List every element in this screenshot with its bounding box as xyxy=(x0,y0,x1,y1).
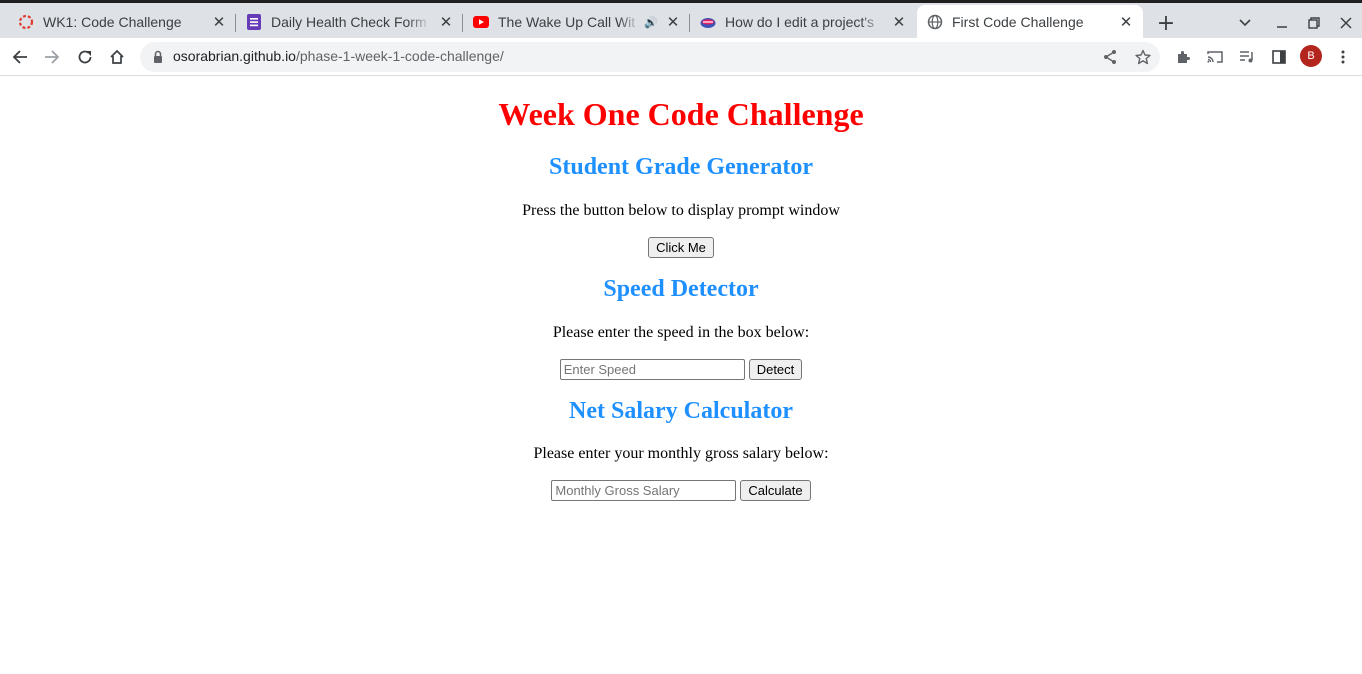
media-control-icon[interactable] xyxy=(1235,45,1259,69)
canvas-icon xyxy=(18,14,34,30)
close-tab-icon[interactable]: ✕ xyxy=(890,13,908,31)
tab-title: Daily Health Check Form xyxy=(271,14,427,30)
tab-title: How do I edit a project's xyxy=(725,14,874,30)
salary-calculator-heading: Net Salary Calculator xyxy=(569,398,793,424)
speed-detector-controls: Detect xyxy=(0,359,1362,380)
globe-icon xyxy=(927,14,943,30)
close-tab-icon[interactable]: ✕ xyxy=(1117,13,1135,31)
extensions-icon[interactable] xyxy=(1171,45,1195,69)
share-icon[interactable] xyxy=(1100,47,1120,67)
close-tab-icon[interactable]: ✕ xyxy=(210,13,228,31)
site-icon xyxy=(700,14,716,30)
url-path: /phase-1-week-1-code-challenge/ xyxy=(295,48,504,64)
tab-title: First Code Challenge xyxy=(952,13,1084,30)
tab-strip: WK1: Code Challenge ✕ Daily Health Check… xyxy=(0,0,1362,38)
close-window-button[interactable] xyxy=(1334,11,1358,35)
grade-generator-controls: Click Me xyxy=(0,237,1362,258)
speed-detector-heading: Speed Detector xyxy=(603,276,759,302)
url-text: osorabrian.github.io/phase-1-week-1-code… xyxy=(173,48,504,64)
detect-button[interactable]: Detect xyxy=(748,359,803,380)
forms-icon xyxy=(246,14,262,30)
tab-title: The Wake Up Call Wit xyxy=(498,14,636,30)
tab-daily-health-check[interactable]: Daily Health Check Form ✕ xyxy=(236,6,463,38)
salary-calculator-controls: Calculate xyxy=(0,480,1362,501)
side-panel-icon[interactable] xyxy=(1267,45,1291,69)
back-button[interactable] xyxy=(8,45,32,69)
page-title: Week One Code Challenge xyxy=(498,96,864,132)
profile-avatar[interactable]: B xyxy=(1300,45,1322,67)
tab-title: WK1: Code Challenge xyxy=(43,14,182,30)
menu-kebab-icon[interactable] xyxy=(1331,45,1355,69)
close-tab-icon[interactable]: ✕ xyxy=(664,13,682,31)
bookmark-star-icon[interactable] xyxy=(1133,47,1153,67)
home-button[interactable] xyxy=(105,45,129,69)
tab-wake-up-call[interactable]: The Wake Up Call Wit 🔊 ✕ xyxy=(463,6,690,38)
address-bar[interactable]: osorabrian.github.io/phase-1-week-1-code… xyxy=(140,42,1160,72)
url-host: osorabrian.github.io xyxy=(173,48,296,64)
speed-detector-instruction: Please enter the speed in the box below: xyxy=(552,324,810,341)
speed-input[interactable] xyxy=(559,359,745,380)
tab-search-button[interactable] xyxy=(1233,11,1257,35)
minimize-button[interactable] xyxy=(1270,11,1294,35)
new-tab-button[interactable]: + xyxy=(1154,11,1178,36)
tab-wk1-code-challenge[interactable]: WK1: Code Challenge ✕ xyxy=(8,6,236,38)
gross-salary-input[interactable] xyxy=(551,480,737,501)
browser-toolbar: osorabrian.github.io/phase-1-week-1-code… xyxy=(0,38,1362,76)
grade-generator-heading: Student Grade Generator xyxy=(549,154,813,180)
grade-generator-instruction: Press the button below to display prompt… xyxy=(522,202,840,219)
restore-button[interactable] xyxy=(1302,11,1326,35)
lock-icon[interactable] xyxy=(150,49,166,65)
calculate-button[interactable]: Calculate xyxy=(740,480,811,501)
click-me-button[interactable]: Click Me xyxy=(648,237,714,258)
salary-calculator-instruction: Please enter your monthly gross salary b… xyxy=(533,445,829,462)
tab-edit-project[interactable]: How do I edit a project's ✕ xyxy=(690,6,916,38)
speaker-icon[interactable]: 🔊 xyxy=(644,16,658,29)
youtube-icon xyxy=(473,14,489,30)
reload-button[interactable] xyxy=(73,45,97,69)
cast-icon[interactable] xyxy=(1203,45,1227,69)
forward-button[interactable] xyxy=(40,45,64,69)
close-tab-icon[interactable]: ✕ xyxy=(437,13,455,31)
page-content: Week One Code Challenge Student Grade Ge… xyxy=(0,77,1362,674)
tab-first-code-challenge[interactable]: First Code Challenge ✕ xyxy=(917,5,1143,38)
